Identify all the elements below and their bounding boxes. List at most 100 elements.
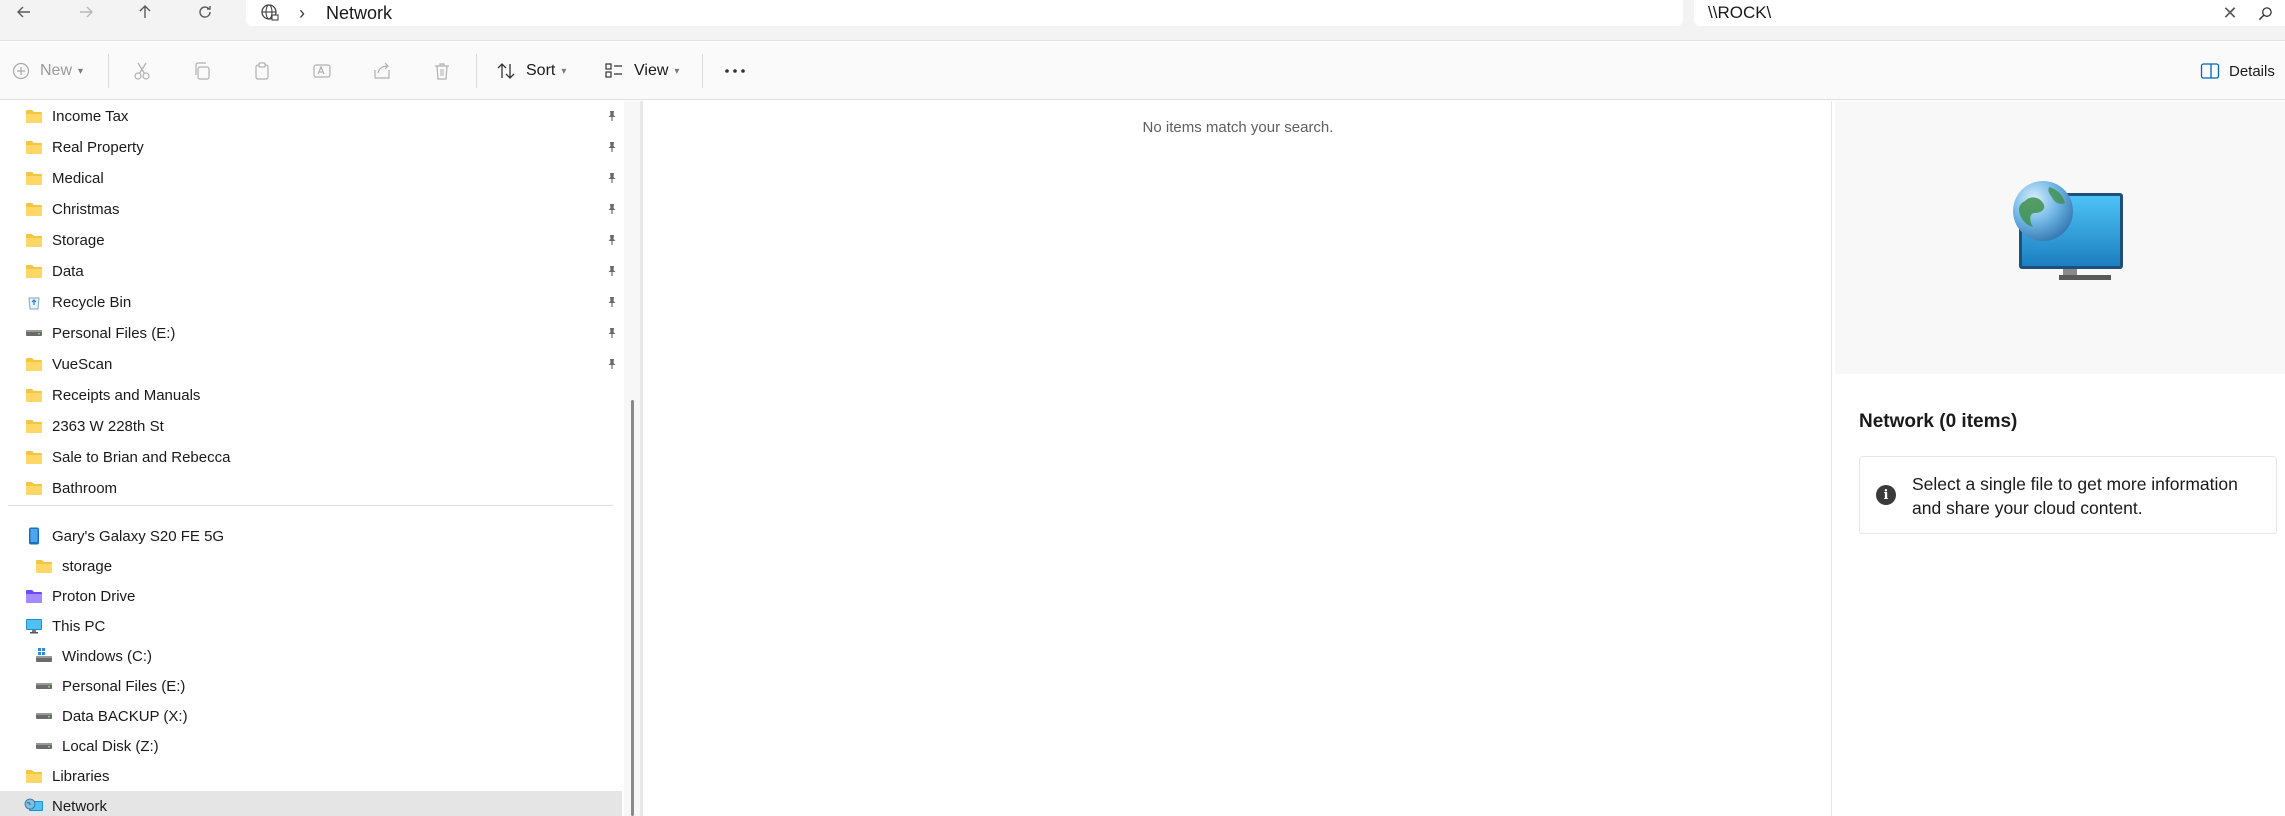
rename-button[interactable] <box>312 52 332 90</box>
file-list-area[interactable]: No items match your search. <box>643 101 1831 816</box>
sidebar-item-label: VueScan <box>52 355 113 373</box>
sidebar-item-medical[interactable]: Medical <box>0 163 622 193</box>
delete-button[interactable] <box>432 52 452 90</box>
sidebar-item-libraries[interactable]: Libraries <box>0 761 622 791</box>
sidebar-item-label: This PC <box>52 617 106 635</box>
sidebar-item-label: Christmas <box>52 200 120 218</box>
sidebar-scrollbar-thumb[interactable] <box>631 400 634 816</box>
sort-button[interactable]: Sort ▾ <box>496 52 566 90</box>
sidebar-item-receipts-and-manuals[interactable]: Receipts and Manuals <box>0 380 622 410</box>
sidebar-item-local-disk-z[interactable]: Local Disk (Z:) <box>0 731 622 761</box>
more-icon <box>725 69 745 73</box>
new-button[interactable]: New ▾ <box>12 52 83 90</box>
delete-icon <box>435 63 449 80</box>
sidebar-item-data[interactable]: Data <box>0 256 622 286</box>
sidebar-item-proton-drive[interactable]: Proton Drive <box>0 581 622 611</box>
sidebar-item-2363-w-228th-st[interactable]: 2363 W 228th St <box>0 411 622 441</box>
paste-button[interactable] <box>252 52 272 90</box>
arrow-up-icon <box>139 5 151 18</box>
copy-button[interactable] <box>192 52 212 90</box>
details-title: Network (0 items) <box>1859 411 2018 432</box>
sidebar-item-income-tax[interactable]: Income Tax <box>0 101 622 131</box>
more-options-button[interactable] <box>723 52 747 90</box>
folder-icon <box>24 480 44 496</box>
plus-circle-icon <box>12 62 30 80</box>
pin-icon[interactable] <box>604 232 620 248</box>
pin-icon[interactable] <box>604 170 620 186</box>
sidebar-item-real-property[interactable]: Real Property <box>0 132 622 162</box>
forward-button[interactable] <box>66 0 106 24</box>
back-button[interactable] <box>4 0 44 24</box>
pin-icon[interactable] <box>604 139 620 155</box>
details-info-card: i Select a single file to get more infor… <box>1859 456 2277 534</box>
drive-icon <box>34 708 54 724</box>
sidebar-item-label: Data <box>52 262 84 280</box>
sidebar-item-label: Recycle Bin <box>52 293 132 311</box>
sidebar-item-label: Gary's Galaxy S20 FE 5G <box>52 527 225 545</box>
search-input[interactable]: \\ROCK\ <box>1708 3 2215 23</box>
details-pane-icon <box>2200 63 2220 79</box>
command-bar: New ▾ Sort ▾ View ▾ Details <box>0 42 2285 100</box>
phone-icon <box>24 527 44 545</box>
arrow-left-icon <box>17 6 30 18</box>
up-button[interactable] <box>125 0 165 24</box>
search-icon[interactable] <box>2245 6 2285 21</box>
info-icon: i <box>1876 485 1896 505</box>
navigation-pane: Income Tax Real Property Medical Christmas S… <box>0 101 640 816</box>
pin-icon[interactable] <box>604 108 620 124</box>
cut-button[interactable] <box>132 52 152 90</box>
details-pane-button[interactable]: Details <box>2200 52 2275 90</box>
sidebar-item-vuescan[interactable]: VueScan <box>0 349 622 379</box>
refresh-button[interactable] <box>185 0 225 24</box>
address-box[interactable]: › Network <box>246 0 1683 26</box>
nav-divider <box>8 505 613 506</box>
chevron-down-icon: ▾ <box>561 65 567 77</box>
details-pane: Network (0 items) i Select a single file… <box>1831 101 2285 816</box>
drive-icon <box>34 678 54 694</box>
details-preview <box>1835 101 2285 374</box>
sidebar-item-windows-c[interactable]: Windows (C:) <box>0 641 622 671</box>
close-icon[interactable]: ✕ <box>2215 3 2245 24</box>
breadcrumb-network[interactable]: Network <box>326 3 392 24</box>
sidebar-item-recycle-bin[interactable]: Recycle Bin <box>0 287 622 317</box>
pin-icon[interactable] <box>604 263 620 279</box>
chevron-down-icon: ▾ <box>674 65 680 77</box>
sidebar-item-label: Income Tax <box>52 107 129 125</box>
copy-icon <box>195 62 210 80</box>
sidebar-item-christmas[interactable]: Christmas <box>0 194 622 224</box>
sidebar-item-bathroom[interactable]: Bathroom <box>0 473 622 503</box>
network-globe-monitor-icon <box>2013 179 2125 290</box>
drive-icon <box>34 738 54 754</box>
view-button[interactable]: View ▾ <box>604 52 679 90</box>
sidebar-item-data-backup-x[interactable]: Data BACKUP (X:) <box>0 701 622 731</box>
sidebar-item-storage[interactable]: Storage <box>0 225 622 255</box>
sidebar-item-label: Data BACKUP (X:) <box>62 707 188 725</box>
network-icon <box>24 798 44 814</box>
pin-icon[interactable] <box>604 325 620 341</box>
folder-icon <box>24 201 44 217</box>
pin-icon[interactable] <box>604 356 620 372</box>
folder-icon <box>24 232 44 248</box>
share-button[interactable] <box>372 52 392 90</box>
sidebar-item-label: Personal Files (E:) <box>52 324 176 342</box>
sidebar-item-network[interactable]: Network <box>0 791 622 816</box>
folder-icon <box>24 170 44 186</box>
search-box[interactable]: \\ROCK\ ✕ <box>1694 0 2285 26</box>
sidebar-item-gary-s-galaxy-s20-fe-5g[interactable]: Gary's Galaxy S20 FE 5G <box>0 521 622 551</box>
paste-icon <box>255 62 269 80</box>
view-label: View <box>634 62 669 79</box>
sidebar-item-storage[interactable]: storage <box>0 551 622 581</box>
sidebar-item-personal-files-e[interactable]: Personal Files (E:) <box>0 671 622 701</box>
proton-drive-icon <box>24 588 44 604</box>
pin-icon[interactable] <box>604 201 620 217</box>
sidebar-item-label: Sale to Brian and Rebecca <box>52 448 231 466</box>
toolbar-divider <box>108 54 109 88</box>
details-info-text: Select a single file to get more informa… <box>1912 474 2238 518</box>
folder-icon <box>24 768 44 784</box>
sidebar-item-label: Medical <box>52 169 104 187</box>
sidebar-item-personal-files-e[interactable]: Personal Files (E:) <box>0 318 622 348</box>
sidebar-item-label: Personal Files (E:) <box>62 677 186 695</box>
sidebar-item-this-pc[interactable]: This PC <box>0 611 622 641</box>
pin-icon[interactable] <box>604 294 620 310</box>
sidebar-item-sale-to-brian-and-rebecca[interactable]: Sale to Brian and Rebecca <box>0 442 622 472</box>
